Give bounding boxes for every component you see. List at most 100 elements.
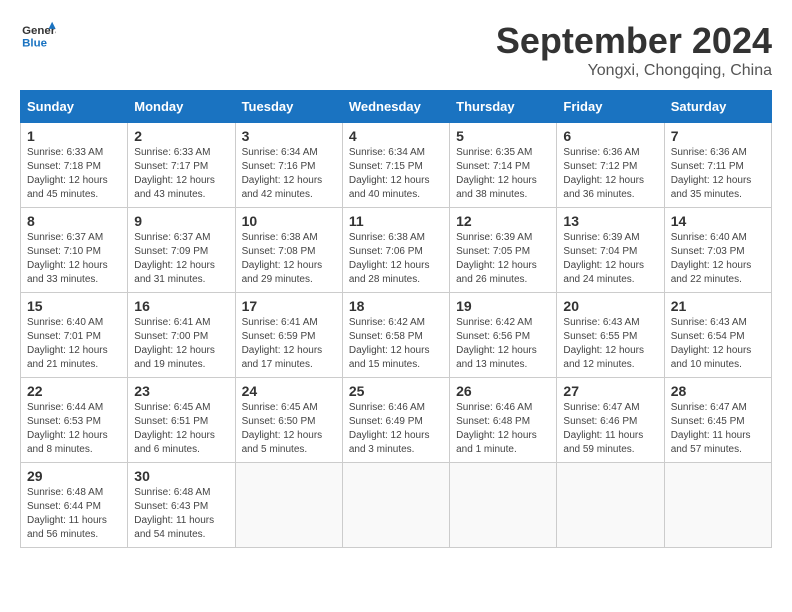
calendar-cell: 2 Sunrise: 6:33 AM Sunset: 7:17 PM Daylig…: [128, 123, 235, 208]
calendar-cell: 6Sunrise: 6:36 AM Sunset: 7:12 PM Daylig…: [557, 123, 664, 208]
calendar-cell: 22 Sunrise: 6:44 AM Sunset: 6:53 PM Dayli…: [21, 378, 128, 463]
weekday-header-wednesday: Wednesday: [342, 91, 449, 123]
day-number: 30: [134, 468, 228, 484]
day-number: 16: [134, 298, 228, 314]
calendar-cell: 29 Sunrise: 6:48 AM Sunset: 6:44 PM Dayli…: [21, 463, 128, 548]
calendar-cell: 26Sunrise: 6:46 AM Sunset: 6:48 PM Dayli…: [450, 378, 557, 463]
location-title: Yongxi, Chongqing, China: [496, 62, 772, 80]
day-number: 7: [671, 128, 765, 144]
calendar-cell: 28 Sunrise: 6:47 AM Sunset: 6:45 PM Dayli…: [664, 378, 771, 463]
day-info: Sunrise: 6:33 AM Sunset: 7:17 PM Dayligh…: [134, 146, 228, 202]
day-number: 17: [242, 298, 336, 314]
calendar-cell: 15Sunrise: 6:40 AM Sunset: 7:01 PM Dayli…: [21, 293, 128, 378]
day-number: 5: [456, 128, 550, 144]
day-info: Sunrise: 6:38 AM Sunset: 7:06 PM Dayligh…: [349, 231, 443, 287]
calendar-cell: 18 Sunrise: 6:42 AM Sunset: 6:58 PM Dayli…: [342, 293, 449, 378]
month-title: September 2024: [496, 20, 772, 62]
day-number: 27: [563, 383, 657, 399]
day-number: 23: [134, 383, 228, 399]
day-info: Sunrise: 6:48 AM Sunset: 6:43 PM Dayligh…: [134, 486, 228, 542]
day-info: Sunrise: 6:44 AM Sunset: 6:53 PM Dayligh…: [27, 401, 121, 457]
calendar-cell: 10 Sunrise: 6:38 AM Sunset: 7:08 PM Dayli…: [235, 208, 342, 293]
logo: General Blue: [20, 20, 56, 50]
calendar-cell: 9 Sunrise: 6:37 AM Sunset: 7:09 PM Daylig…: [128, 208, 235, 293]
day-info: Sunrise: 6:40 AM Sunset: 7:01 PM Dayligh…: [27, 316, 121, 372]
day-info: Sunrise: 6:35 AM Sunset: 7:14 PM Dayligh…: [456, 146, 550, 202]
calendar-week-row: 8Sunrise: 6:37 AM Sunset: 7:10 PM Daylig…: [21, 208, 772, 293]
calendar-cell: 13 Sunrise: 6:39 AM Sunset: 7:04 PM Dayli…: [557, 208, 664, 293]
calendar-cell: [664, 463, 771, 548]
day-info: Sunrise: 6:46 AM Sunset: 6:48 PM Dayligh…: [456, 401, 550, 457]
calendar-cell: 17 Sunrise: 6:41 AM Sunset: 6:59 PM Dayli…: [235, 293, 342, 378]
logo-icon: General Blue: [20, 20, 56, 50]
calendar-cell: 30 Sunrise: 6:48 AM Sunset: 6:43 PM Dayli…: [128, 463, 235, 548]
header: General Blue September 2024 Yongxi, Chon…: [20, 20, 772, 80]
day-number: 12: [456, 213, 550, 229]
day-info: Sunrise: 6:33 AM Sunset: 7:18 PM Dayligh…: [27, 146, 121, 202]
day-number: 21: [671, 298, 765, 314]
calendar-cell: 12Sunrise: 6:39 AM Sunset: 7:05 PM Dayli…: [450, 208, 557, 293]
day-info: Sunrise: 6:48 AM Sunset: 6:44 PM Dayligh…: [27, 486, 121, 542]
calendar-cell: 21 Sunrise: 6:43 AM Sunset: 6:54 PM Dayli…: [664, 293, 771, 378]
day-number: 13: [563, 213, 657, 229]
weekday-header-tuesday: Tuesday: [235, 91, 342, 123]
day-number: 2: [134, 128, 228, 144]
calendar-cell: 16 Sunrise: 6:41 AM Sunset: 7:00 PM Dayli…: [128, 293, 235, 378]
day-info: Sunrise: 6:40 AM Sunset: 7:03 PM Dayligh…: [671, 231, 765, 287]
calendar-cell: 7Sunrise: 6:36 AM Sunset: 7:11 PM Daylig…: [664, 123, 771, 208]
day-info: Sunrise: 6:42 AM Sunset: 6:58 PM Dayligh…: [349, 316, 443, 372]
calendar-cell: 19 Sunrise: 6:42 AM Sunset: 6:56 PM Dayli…: [450, 293, 557, 378]
calendar-table: SundayMondayTuesdayWednesdayThursdayFrid…: [20, 90, 772, 548]
weekday-header-sunday: Sunday: [21, 91, 128, 123]
day-number: 18: [349, 298, 443, 314]
day-number: 22: [27, 383, 121, 399]
weekday-header-saturday: Saturday: [664, 91, 771, 123]
day-info: Sunrise: 6:43 AM Sunset: 6:55 PM Dayligh…: [563, 316, 657, 372]
day-number: 3: [242, 128, 336, 144]
day-info: Sunrise: 6:34 AM Sunset: 7:15 PM Dayligh…: [349, 146, 443, 202]
calendar-cell: 3 Sunrise: 6:34 AM Sunset: 7:16 PM Daylig…: [235, 123, 342, 208]
calendar-cell: 11 Sunrise: 6:38 AM Sunset: 7:06 PM Dayli…: [342, 208, 449, 293]
calendar-cell: 23Sunrise: 6:45 AM Sunset: 6:51 PM Dayli…: [128, 378, 235, 463]
weekday-header-thursday: Thursday: [450, 91, 557, 123]
weekday-header-friday: Friday: [557, 91, 664, 123]
day-number: 11: [349, 213, 443, 229]
calendar-cell: 14 Sunrise: 6:40 AM Sunset: 7:03 PM Dayli…: [664, 208, 771, 293]
weekday-header-row: SundayMondayTuesdayWednesdayThursdayFrid…: [21, 91, 772, 123]
day-number: 10: [242, 213, 336, 229]
calendar-cell: 1 Sunrise: 6:33 AM Sunset: 7:18 PM Daylig…: [21, 123, 128, 208]
day-info: Sunrise: 6:34 AM Sunset: 7:16 PM Dayligh…: [242, 146, 336, 202]
day-number: 29: [27, 468, 121, 484]
calendar-cell: 4 Sunrise: 6:34 AM Sunset: 7:15 PM Daylig…: [342, 123, 449, 208]
day-number: 4: [349, 128, 443, 144]
calendar-cell: [557, 463, 664, 548]
calendar-cell: 20Sunrise: 6:43 AM Sunset: 6:55 PM Dayli…: [557, 293, 664, 378]
day-number: 28: [671, 383, 765, 399]
day-info: Sunrise: 6:42 AM Sunset: 6:56 PM Dayligh…: [456, 316, 550, 372]
calendar-week-row: 15Sunrise: 6:40 AM Sunset: 7:01 PM Dayli…: [21, 293, 772, 378]
day-info: Sunrise: 6:41 AM Sunset: 7:00 PM Dayligh…: [134, 316, 228, 372]
calendar-cell: [342, 463, 449, 548]
svg-text:Blue: Blue: [22, 37, 47, 49]
day-info: Sunrise: 6:39 AM Sunset: 7:04 PM Dayligh…: [563, 231, 657, 287]
calendar-cell: 8Sunrise: 6:37 AM Sunset: 7:10 PM Daylig…: [21, 208, 128, 293]
day-number: 25: [349, 383, 443, 399]
calendar-cell: 25 Sunrise: 6:46 AM Sunset: 6:49 PM Dayli…: [342, 378, 449, 463]
day-number: 14: [671, 213, 765, 229]
day-info: Sunrise: 6:38 AM Sunset: 7:08 PM Dayligh…: [242, 231, 336, 287]
day-info: Sunrise: 6:37 AM Sunset: 7:10 PM Dayligh…: [27, 231, 121, 287]
day-number: 6: [563, 128, 657, 144]
day-info: Sunrise: 6:47 AM Sunset: 6:45 PM Dayligh…: [671, 401, 765, 457]
day-number: 19: [456, 298, 550, 314]
day-number: 1: [27, 128, 121, 144]
day-info: Sunrise: 6:46 AM Sunset: 6:49 PM Dayligh…: [349, 401, 443, 457]
day-info: Sunrise: 6:45 AM Sunset: 6:50 PM Dayligh…: [242, 401, 336, 457]
day-number: 9: [134, 213, 228, 229]
calendar-week-row: 1 Sunrise: 6:33 AM Sunset: 7:18 PM Daylig…: [21, 123, 772, 208]
day-info: Sunrise: 6:37 AM Sunset: 7:09 PM Dayligh…: [134, 231, 228, 287]
day-info: Sunrise: 6:41 AM Sunset: 6:59 PM Dayligh…: [242, 316, 336, 372]
calendar-cell: [450, 463, 557, 548]
day-info: Sunrise: 6:43 AM Sunset: 6:54 PM Dayligh…: [671, 316, 765, 372]
calendar-week-row: 29 Sunrise: 6:48 AM Sunset: 6:44 PM Dayli…: [21, 463, 772, 548]
calendar-week-row: 22 Sunrise: 6:44 AM Sunset: 6:53 PM Dayli…: [21, 378, 772, 463]
